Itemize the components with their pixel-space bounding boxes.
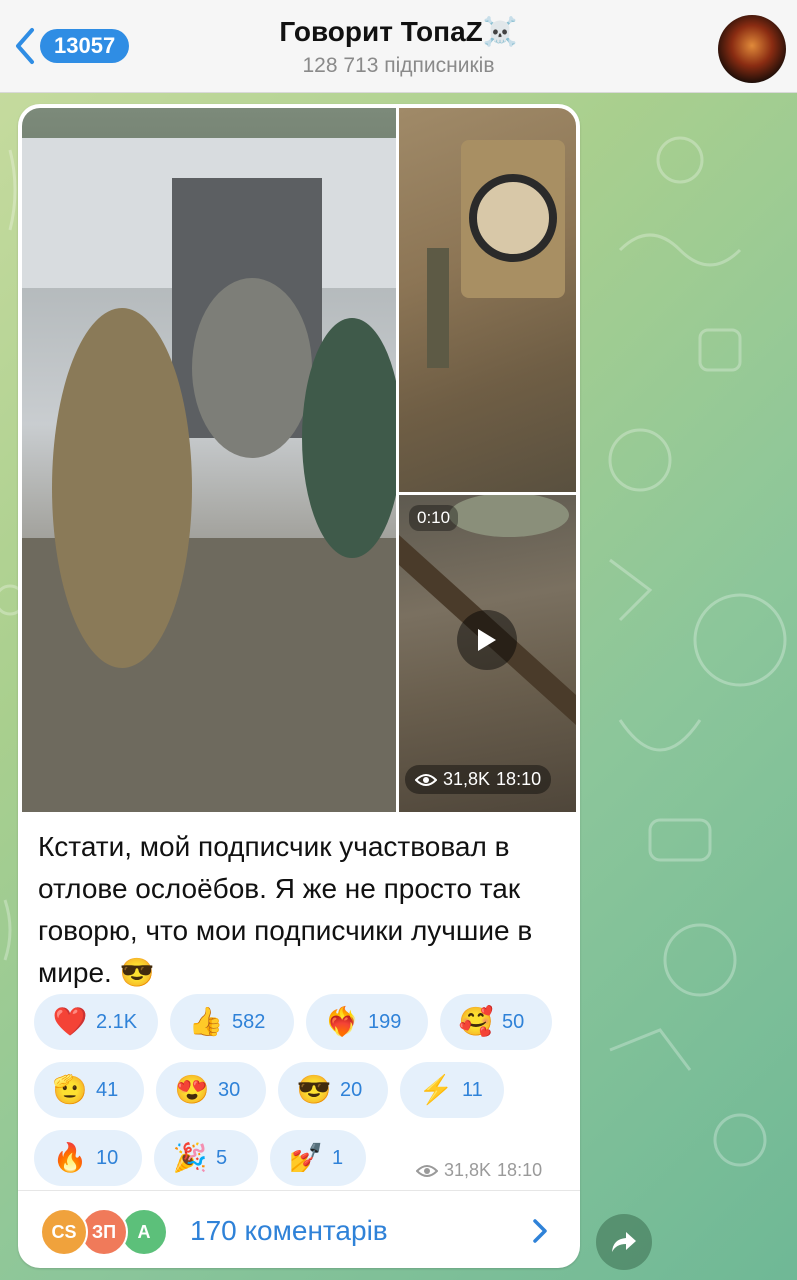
reaction-fire[interactable]: 🔥 10 — [34, 1130, 142, 1186]
reaction-heart-on-fire[interactable]: ❤️‍🔥 199 — [306, 994, 428, 1050]
commenter-avatar: CS — [40, 1208, 88, 1256]
message-bubble: 0:10 31,8K 18:10 Кстати, мой подписчик у… — [18, 104, 580, 1268]
chevron-left-icon — [16, 28, 34, 64]
divider — [18, 1190, 580, 1191]
media-stats: 31,8K 18:10 — [405, 765, 552, 794]
reaction-count: 41 — [96, 1078, 119, 1101]
message-time: 18:10 — [497, 1160, 543, 1180]
heart-on-fire-icon: ❤️‍🔥 — [324, 1006, 360, 1037]
reaction-count: 1 — [332, 1146, 344, 1169]
reaction-lightning[interactable]: ⚡ 11 — [400, 1062, 504, 1118]
channel-avatar[interactable] — [718, 15, 786, 83]
lightning-icon: ⚡ — [418, 1074, 454, 1105]
reaction-count: 5 — [216, 1146, 228, 1169]
back-button[interactable]: 13057 — [12, 26, 130, 66]
media-time: 18:10 — [496, 769, 542, 789]
photo-placeholder-graphic — [22, 138, 396, 812]
media-views: 31,8K — [443, 769, 491, 789]
sunglasses-icon: 😎 — [296, 1074, 332, 1105]
comments-button[interactable]: CS ЗП A 170 коментарів — [18, 1192, 580, 1268]
reaction-salute[interactable]: 🫡 41 — [34, 1062, 144, 1118]
message-footer: 31,8K 18:10 — [416, 1160, 542, 1181]
chevron-right-icon — [533, 1219, 547, 1243]
video-thumbnail[interactable]: 0:10 31,8K 18:10 — [399, 495, 576, 812]
reaction-count: 30 — [218, 1078, 241, 1101]
reaction-sunglasses[interactable]: 😎 20 — [278, 1062, 388, 1118]
heart-icon: ❤️ — [52, 1006, 88, 1037]
reaction-thumbs-up[interactable]: 👍 582 — [170, 994, 294, 1050]
fire-icon: 🔥 — [52, 1142, 88, 1173]
reaction-count: 582 — [232, 1010, 266, 1033]
play-icon — [478, 629, 496, 651]
photo-group-main[interactable] — [22, 108, 396, 812]
message-text: Кстати, мой подписчик участвовал в отлов… — [38, 831, 533, 988]
reaction-count: 20 — [340, 1078, 363, 1101]
salute-icon: 🫡 — [52, 1074, 88, 1105]
reaction-count: 10 — [96, 1146, 119, 1169]
reaction-party[interactable]: 🎉 5 — [154, 1130, 258, 1186]
nail-polish-icon: 💅 — [288, 1142, 324, 1173]
play-button[interactable] — [457, 610, 517, 670]
reaction-count: 50 — [502, 1010, 525, 1033]
eye-icon — [416, 1164, 438, 1177]
reaction-smiling-hearts[interactable]: 🥰 50 — [440, 994, 552, 1050]
party-popper-icon: 🎉 — [172, 1142, 208, 1173]
view-count: 31,8K — [444, 1160, 492, 1180]
reaction-count: 11 — [462, 1078, 483, 1101]
share-button[interactable] — [596, 1214, 652, 1270]
reaction-count: 199 — [368, 1010, 402, 1033]
eye-icon — [415, 773, 437, 786]
photo-patch-closeup[interactable] — [399, 108, 576, 492]
smiling-hearts-icon: 🥰 — [458, 1006, 494, 1037]
share-arrow-icon — [612, 1232, 636, 1252]
thumbs-up-icon: 👍 — [188, 1006, 224, 1037]
unread-count-badge: 13057 — [40, 29, 130, 63]
reaction-count: 2.1K — [96, 1010, 138, 1033]
reaction-nail-polish[interactable]: 💅 1 — [270, 1130, 366, 1186]
chat-header: 13057 Говорит ТопаZ☠️ 128 713 підписникі… — [0, 0, 797, 93]
patch-placeholder-graphic — [427, 140, 565, 368]
channel-info[interactable]: Говорит ТопаZ☠️ 128 713 підписників — [200, 14, 597, 80]
reaction-heart[interactable]: ❤️ 2.1K — [34, 994, 158, 1050]
reaction-heart-eyes[interactable]: 😍 30 — [156, 1062, 266, 1118]
channel-title: Говорит ТопаZ☠️ — [279, 16, 518, 47]
comments-count: 170 коментарів — [190, 1215, 388, 1246]
heart-eyes-icon: 😍 — [174, 1074, 210, 1105]
subscriber-count: 128 713 підписників — [302, 54, 495, 77]
video-duration: 0:10 — [409, 505, 459, 531]
